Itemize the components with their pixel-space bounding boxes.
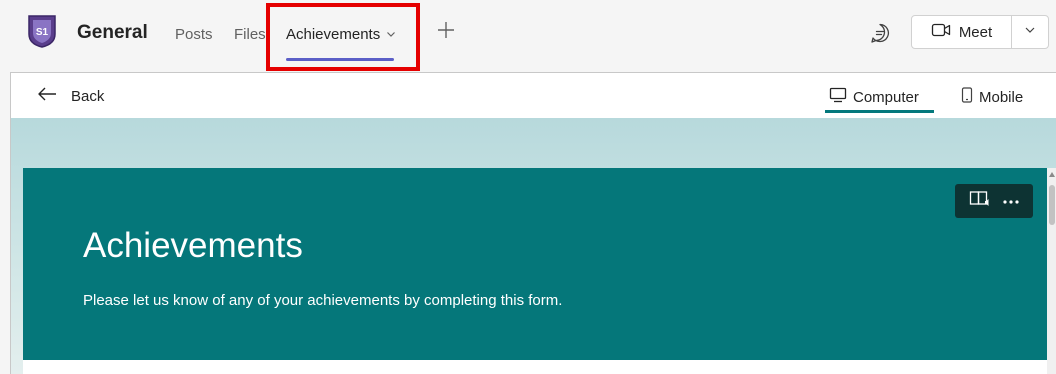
meet-button[interactable]: Meet: [911, 15, 1012, 49]
arrow-left-icon: [37, 86, 57, 106]
form-title: Achievements: [83, 226, 303, 265]
form-body: [23, 360, 1047, 374]
scroll-up-arrow-icon[interactable]: [1049, 171, 1055, 177]
view-computer-button[interactable]: Computer: [829, 87, 919, 107]
meet-label: Meet: [958, 23, 993, 41]
tab-posts[interactable]: Posts: [175, 26, 213, 43]
view-computer-label: Computer: [853, 88, 919, 106]
form-view-toolbar: Back Computer Mobile: [11, 73, 1056, 118]
highlight-box: [266, 3, 420, 71]
video-camera-icon: [931, 22, 951, 42]
channel-title: General: [77, 22, 148, 43]
immersive-reader-icon[interactable]: [969, 190, 991, 213]
form-description: Please let us know of any of your achiev…: [83, 292, 563, 309]
view-mobile-button[interactable]: Mobile: [961, 87, 1023, 107]
plus-icon[interactable]: [434, 18, 458, 42]
more-options-icon[interactable]: [1002, 192, 1020, 210]
back-button[interactable]: Back: [37, 86, 104, 106]
top-bar: S1 General Posts Files Achievements Meet: [0, 0, 1056, 71]
tab-files[interactable]: Files: [234, 26, 266, 43]
active-view-indicator: [825, 110, 934, 113]
svg-text:S1: S1: [36, 27, 49, 38]
team-avatar[interactable]: S1: [26, 14, 58, 48]
chat-icon[interactable]: [868, 21, 892, 45]
form-header: Achievements Please let us know of any o…: [23, 168, 1047, 360]
chevron-down-icon: [1024, 23, 1036, 41]
tab-content-frame: Back Computer Mobile Achievements Please…: [10, 72, 1056, 374]
meet-options-button[interactable]: [1011, 15, 1049, 49]
mobile-phone-icon: [961, 87, 973, 107]
form-tools-bar: [955, 184, 1033, 218]
back-label: Back: [71, 87, 105, 105]
monitor-icon: [829, 87, 847, 107]
scrollbar-thumb[interactable]: [1049, 185, 1055, 225]
view-mobile-label: Mobile: [979, 88, 1024, 106]
